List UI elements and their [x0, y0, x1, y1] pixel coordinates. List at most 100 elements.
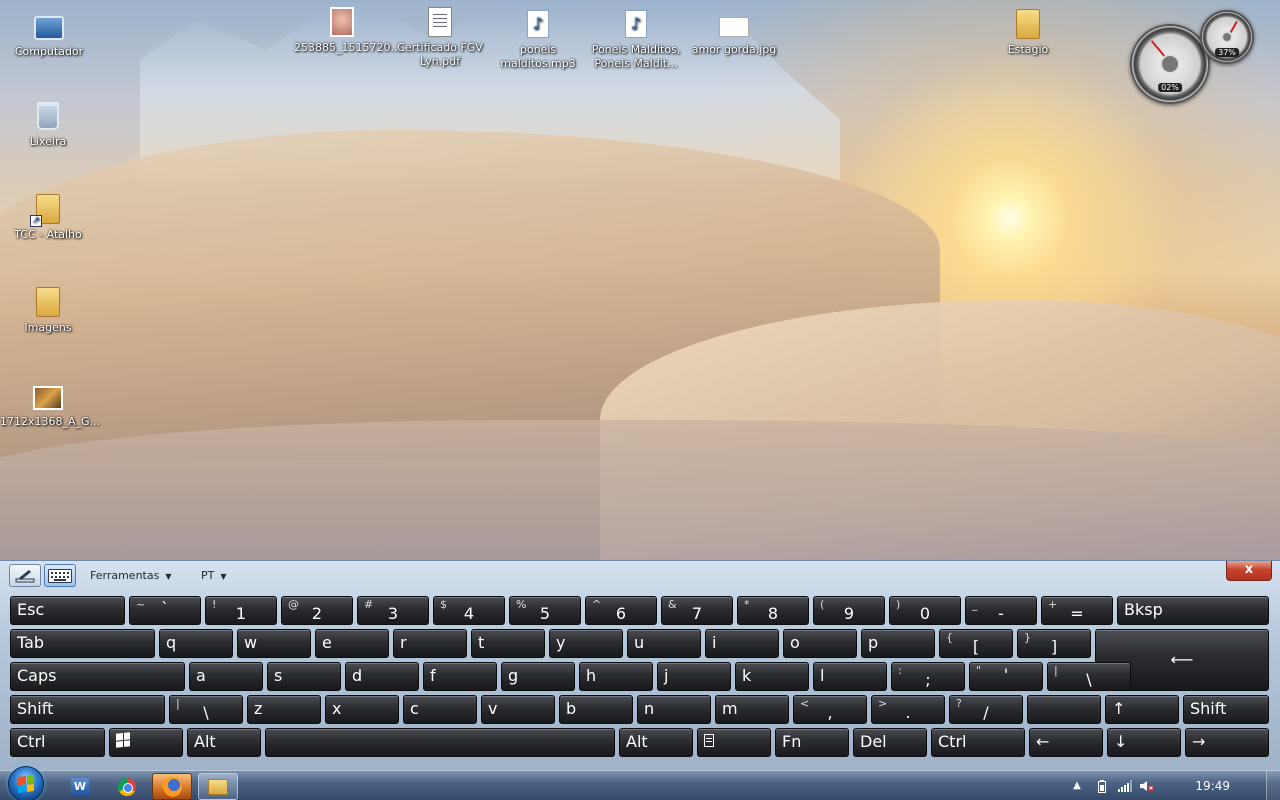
show-desktop-button[interactable] — [1266, 771, 1280, 800]
key-right-alt[interactable]: Alt — [619, 728, 693, 757]
key-left-shift[interactable]: Shift — [10, 695, 165, 724]
key-quote[interactable]: " ' — [969, 662, 1043, 691]
key-backslash[interactable]: | \ — [1047, 662, 1131, 691]
key-8[interactable]: * 8 — [737, 596, 809, 625]
start-button[interactable] — [8, 766, 44, 800]
key-backspace[interactable]: Bksp — [1117, 596, 1269, 625]
desktop-icon-poneis-mp3[interactable]: ♪ poneis malditos.mp3 — [490, 8, 586, 71]
volume-muted-icon[interactable] — [1140, 780, 1154, 792]
key-b[interactable]: b — [559, 695, 633, 724]
key-left-alt[interactable]: Alt — [187, 728, 261, 757]
key-esc[interactable]: Esc — [10, 596, 125, 625]
key-arrow-right[interactable]: → — [1185, 728, 1269, 757]
desktop-icon-tcc-atalho[interactable]: ↗ TCC - Atalho — [0, 193, 96, 242]
key-q[interactable]: q — [159, 629, 233, 658]
key-g[interactable]: g — [501, 662, 575, 691]
key-tab[interactable]: Tab — [10, 629, 155, 658]
key-o[interactable]: o — [783, 629, 857, 658]
handwriting-pad-button[interactable] — [9, 564, 41, 587]
key-v[interactable]: v — [481, 695, 555, 724]
key-left-bracket[interactable]: {[ — [939, 629, 1013, 658]
key-x[interactable]: x — [325, 695, 399, 724]
key-label: Fn — [782, 732, 802, 751]
key-minus[interactable]: _ - — [965, 596, 1037, 625]
key-w[interactable]: w — [237, 629, 311, 658]
desktop-icon-computador[interactable]: Computador — [1, 10, 97, 59]
key-6[interactable]: ^ 6 — [585, 596, 657, 625]
taskbar-app-word[interactable]: W — [60, 773, 100, 800]
key-windows[interactable] — [109, 728, 183, 757]
keyboard-mode-button[interactable] — [44, 564, 76, 587]
key-d[interactable]: d — [345, 662, 419, 691]
key-f[interactable]: f — [423, 662, 497, 691]
key-backslash-iso[interactable]: | \ — [169, 695, 243, 724]
key-4[interactable]: $4 — [433, 596, 505, 625]
show-hidden-icons-button[interactable]: ▲ — [1071, 780, 1083, 792]
key-semicolon[interactable]: :; — [891, 662, 965, 691]
key-0[interactable]: ) 0 — [889, 596, 961, 625]
desktop-icon-poneis-malditos-mp3[interactable]: ♪ Poneis Malditos, Poneis Maldit... — [588, 8, 684, 71]
key-m[interactable]: m — [715, 695, 789, 724]
key-p[interactable]: p — [861, 629, 935, 658]
key-y[interactable]: y — [549, 629, 623, 658]
key-fn[interactable]: Fn — [775, 728, 849, 757]
desktop-icon-image-1712[interactable]: 1712x1368_A_G... — [0, 380, 100, 429]
key-del[interactable]: Del — [853, 728, 927, 757]
key-9[interactable]: (9 — [813, 596, 885, 625]
key-arrow-left[interactable]: ← — [1029, 728, 1103, 757]
key-a[interactable]: a — [189, 662, 263, 691]
key-n[interactable]: n — [637, 695, 711, 724]
desktop-icon-estagio[interactable]: Estagio — [980, 8, 1076, 57]
taskbar-app-firefox[interactable] — [152, 773, 192, 800]
arrow-right-icon: → — [1192, 732, 1206, 751]
key-slash[interactable]: ? / — [949, 695, 1023, 724]
key-arrow-down[interactable]: ↓ — [1107, 728, 1181, 757]
key-right-ctrl[interactable]: Ctrl — [931, 728, 1025, 757]
key-r[interactable]: r — [393, 629, 467, 658]
key-right-shift[interactable]: Shift — [1183, 695, 1269, 724]
key-3[interactable]: #3 — [357, 596, 429, 625]
key-space[interactable] — [265, 728, 615, 757]
tools-menu[interactable]: Ferramentas ▼ — [90, 569, 171, 582]
desktop-icon-certificado-pdf[interactable]: Certificado FGV Lyn.pdf — [392, 6, 488, 69]
desktop-icon-amor-gorda-jpg[interactable]: amor gorda.jpg — [686, 8, 782, 57]
key-period[interactable]: >. — [871, 695, 945, 724]
key-h[interactable]: h — [579, 662, 653, 691]
taskbar-app-explorer[interactable] — [198, 773, 238, 800]
key-c[interactable]: c — [403, 695, 477, 724]
key-s[interactable]: s — [267, 662, 341, 691]
key-label: 8 — [767, 604, 779, 623]
desktop-icon-imagens[interactable]: Imagens — [0, 286, 96, 335]
desktop-icon-image-253885[interactable]: 253885_1515720... — [294, 6, 401, 55]
key-menu[interactable] — [697, 728, 771, 757]
network-signal-icon[interactable] — [1118, 780, 1132, 792]
key-1[interactable]: ! 1 — [205, 596, 277, 625]
cpu-meter-gadget[interactable]: 02% 37% — [1130, 8, 1256, 104]
key-caps-lock[interactable]: Caps — [10, 662, 185, 691]
key-e[interactable]: e — [315, 629, 389, 658]
key-z[interactable]: z — [247, 695, 321, 724]
language-menu[interactable]: PT ▼ — [201, 569, 227, 582]
close-button[interactable]: x — [1226, 561, 1272, 581]
system-clock[interactable]: 19:49 — [1195, 779, 1230, 793]
key-blank[interactable] — [1027, 695, 1101, 724]
key-right-bracket[interactable]: }] — [1017, 629, 1091, 658]
taskbar-app-chrome[interactable] — [107, 773, 147, 800]
key-7[interactable]: & 7 — [661, 596, 733, 625]
key-u[interactable]: u — [627, 629, 701, 658]
key-t[interactable]: t — [471, 629, 545, 658]
key-label: 7 — [691, 604, 703, 623]
key-comma[interactable]: <, — [793, 695, 867, 724]
key-j[interactable]: j — [657, 662, 731, 691]
key-k[interactable]: k — [735, 662, 809, 691]
key-i[interactable]: i — [705, 629, 779, 658]
key-l[interactable]: l — [813, 662, 887, 691]
key-arrow-up[interactable]: ↑ — [1105, 695, 1179, 724]
key-equals[interactable]: + = — [1041, 596, 1113, 625]
desktop-icon-lixeira[interactable]: Lixeira — [0, 100, 96, 149]
key-2[interactable]: @2 — [281, 596, 353, 625]
key-left-ctrl[interactable]: Ctrl — [10, 728, 105, 757]
key-5[interactable]: % 5 — [509, 596, 581, 625]
battery-icon[interactable] — [1096, 780, 1108, 793]
key-tilde[interactable]: ~ ` — [129, 596, 201, 625]
